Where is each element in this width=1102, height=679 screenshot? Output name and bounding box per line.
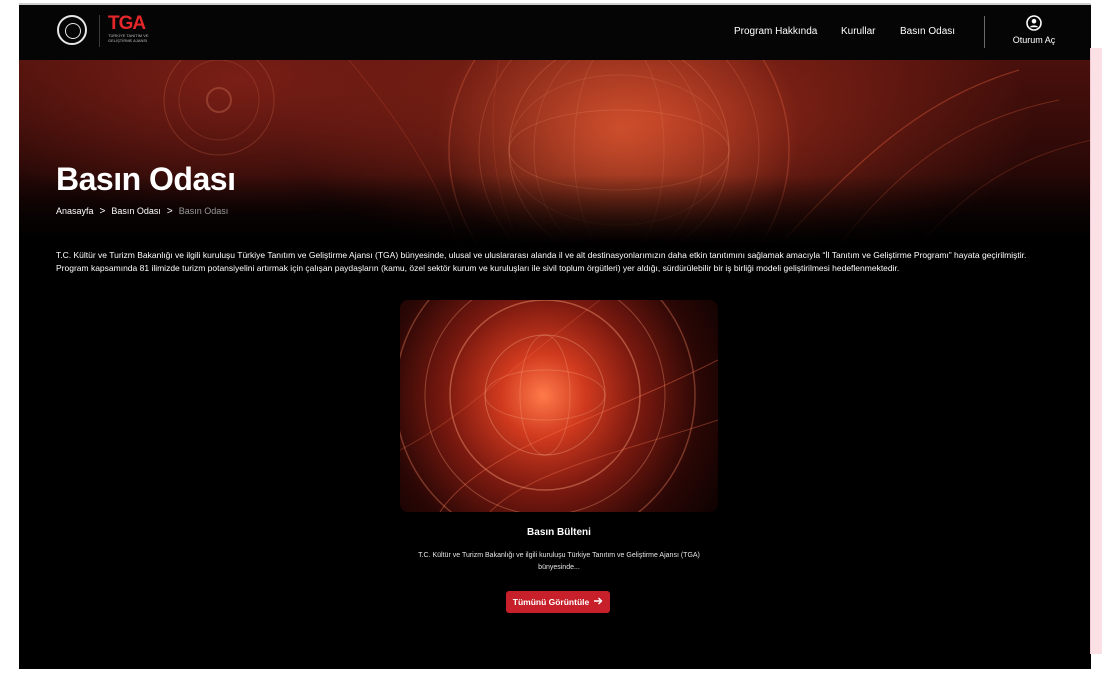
page-title: Basın Odası [56,161,236,197]
globe-lens-illustration [400,300,718,512]
view-all-button[interactable]: Tümünü Görüntüle [506,591,610,613]
site-header: TGA TÜRKİYE TANITIM VE GELİŞTİRME AJANSI… [19,5,1091,60]
view-all-label: Tümünü Görüntüle [512,597,590,607]
side-strip [1091,48,1102,654]
breadcrumb-home[interactable]: Anasayfa [56,206,94,216]
page-frame: TGA TÜRKİYE TANITIM VE GELİŞTİRME AJANSI… [19,5,1091,669]
breadcrumb: Anasayfa > Basın Odası > Basın Odası [56,206,228,217]
login-button[interactable]: Oturum Aç [1009,15,1059,45]
tga-logo-subtitle: TÜRKİYE TANITIM VE GELİŞTİRME AJANSI [108,33,149,43]
ministry-logo-icon[interactable] [57,15,87,45]
nav-basin-odasi[interactable]: Basın Odası [900,26,955,37]
nav-divider [984,16,985,48]
intro-paragraph: T.C. Kültür ve Turizm Bakanlığı ve ilgil… [56,250,1027,273]
arrow-right-icon [593,596,603,608]
press-bulletin-description: T.C. Kültür ve Turizm Bakanlığı ve ilgil… [418,552,700,571]
nav-program-hakkinda[interactable]: Program Hakkında [734,26,817,37]
chevron-right-icon: > [99,206,106,217]
tga-logo-text: TGA [108,13,146,34]
breadcrumb-basin-odasi[interactable]: Basın Odası [111,206,161,216]
hero-banner: Basın Odası Anasayfa > Basın Odası > Basın O… [19,60,1091,245]
nav-kurullar[interactable]: Kurullar [841,26,875,37]
login-label: Oturum Aç [1012,35,1056,45]
tga-logo[interactable]: TGA TÜRKİYE TANITIM VE GELİŞTİRME AJANSI [108,14,178,48]
press-bulletin-title[interactable]: Basın Bülteni [400,527,718,538]
chevron-right-icon: > [166,206,173,217]
user-icon [1009,15,1059,31]
press-bulletin-image[interactable] [400,300,718,512]
breadcrumb-current: Basın Odası [178,206,229,216]
logo-divider [99,15,100,47]
